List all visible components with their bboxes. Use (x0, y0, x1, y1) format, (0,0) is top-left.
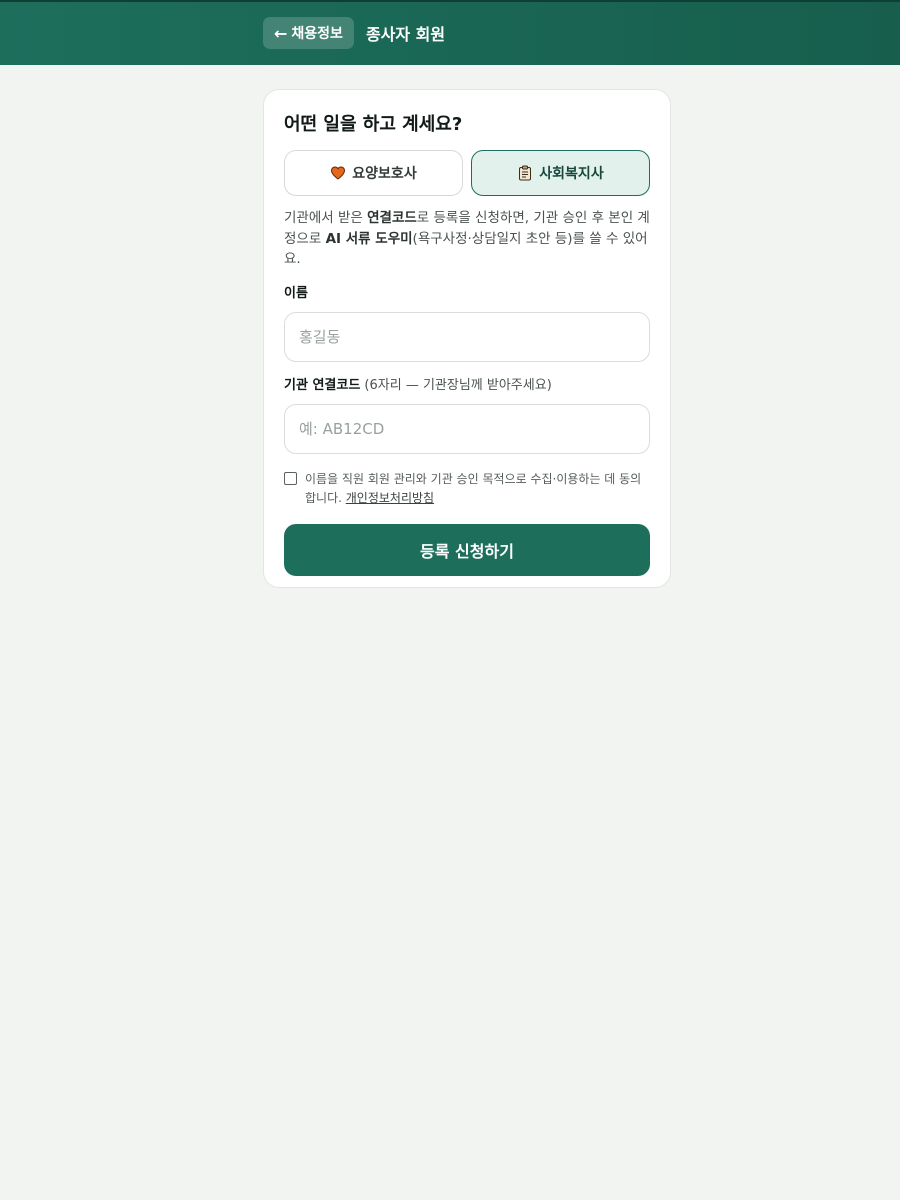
top-bar-content: ← 채용정보 종사자 회원 (263, 17, 445, 49)
description-part-1: 기관에서 받은 (284, 210, 368, 226)
consent-checkbox[interactable] (284, 471, 297, 485)
code-input-placeholder: 예: AB12CD (299, 420, 385, 438)
description-bold-2: AI 서류 도우미 (325, 230, 413, 247)
code-label-text: 기관 연결코드 (284, 377, 361, 393)
heart-icon (331, 166, 346, 180)
consent-text: 이름을 직원 회원 관리와 기관 승인 목적으로 수집·이용하는 데 동의합니다… (305, 470, 650, 508)
connection-code-input[interactable]: 예: AB12CD (284, 403, 650, 454)
privacy-policy-link[interactable]: 개인정보처리방침 (346, 491, 434, 505)
page-title: 종사자 회원 (365, 25, 446, 44)
consent-row: 이름을 직원 회원 관리와 기관 승인 목적으로 수집·이용하는 데 동의합니다… (284, 470, 650, 508)
description-text: 기관에서 받은 연결코드로 등록을 신청하면, 기관 승인 후 본인 계정으로 … (284, 208, 650, 270)
back-arrow-icon: ← (274, 23, 288, 43)
role-label-social-worker: 사회복지사 (539, 166, 604, 182)
clipboard-icon (519, 165, 532, 181)
name-input-placeholder: 홍길동 (299, 328, 341, 346)
top-bar: ← 채용정보 종사자 회원 (0, 0, 900, 65)
code-label-hint: (6자리 — 기관장님께 받아주세요) (360, 377, 552, 393)
role-option-social-worker[interactable]: 사회복지사 (471, 150, 650, 196)
back-button-label: 채용정보 (291, 26, 343, 42)
role-label-caregiver: 요양보호사 (352, 166, 417, 182)
registration-card: 어떤 일을 하고 계세요? 요양보호사 사회복지사 기관에서 받은 연결코드로 … (263, 89, 671, 588)
role-question: 어떤 일을 하고 계세요? (284, 114, 463, 135)
code-label: 기관 연결코드 (6자리 — 기관장님께 받아주세요) (284, 376, 650, 396)
name-input[interactable]: 홍길동 (284, 311, 650, 362)
submit-registration-button[interactable]: 등록 신청하기 (284, 523, 650, 576)
role-selector: 요양보호사 사회복지사 (284, 150, 650, 196)
back-to-jobs-button[interactable]: ← 채용정보 (263, 17, 354, 49)
name-label: 이름 (284, 285, 308, 301)
description-bold-1: 연결코드 (367, 210, 417, 226)
role-option-caregiver[interactable]: 요양보호사 (284, 150, 463, 196)
